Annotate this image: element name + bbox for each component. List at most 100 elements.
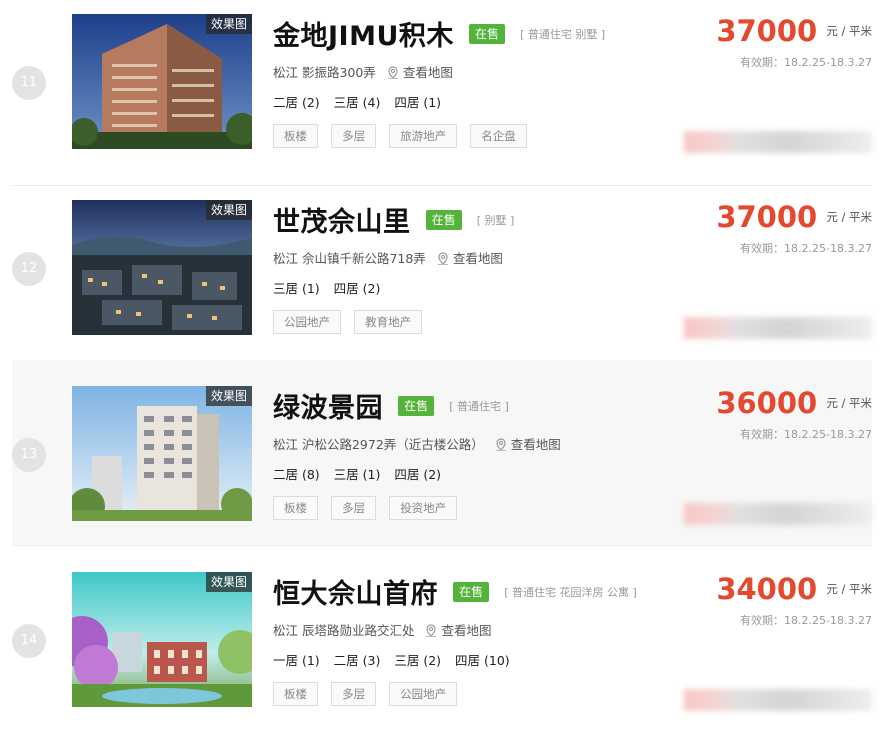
view-map-label: 查看地图 — [452, 251, 503, 266]
listing-item: 11 效果图 金地JIMU积木 在售 [普通住宅 别墅] 松江 影振路300… — [12, 14, 872, 186]
validity-period: 有效期：18.2.25-18.3.27 — [740, 428, 872, 441]
status-badge: 在售 — [468, 23, 505, 44]
property-title[interactable]: 恒大佘山首府 — [273, 579, 438, 610]
property-image[interactable]: 效果图 — [72, 200, 252, 335]
price-value: 36000 — [716, 386, 818, 420]
feature-tag: 公园地产 — [389, 682, 458, 706]
blurred-contact — [684, 131, 872, 153]
blurred-contact — [684, 503, 872, 525]
render-badge: 效果图 — [205, 200, 252, 220]
rank-badge: 13 — [12, 438, 46, 472]
room-types: 二居 (2) 三居 (4) 四居 (1) — [273, 92, 451, 111]
view-map-label: 查看地图 — [441, 623, 492, 638]
property-types: [ 普通住宅 花园洋房 公寓 ] — [504, 585, 637, 599]
feature-tag: 板楼 — [273, 682, 318, 706]
room-type-link[interactable]: 四居 (2) — [334, 281, 381, 296]
room-types: 三居 (1) 四居 (2) — [273, 278, 390, 297]
listing-item: 13 效果图 绿波景园 在售 [普通住宅] 松江 沪松公路2972弄（近古楼… — [12, 360, 872, 546]
address-text: 松江 佘山镇千新公路718弄 — [273, 251, 426, 266]
price-row: 34000 元 / 平米 — [716, 572, 872, 606]
rank-badge: 12 — [12, 252, 46, 286]
room-type-link[interactable]: 二居 (8) — [273, 467, 320, 482]
room-types: 一居 (1) 二居 (3) 三居 (2) 四居 (10) — [273, 650, 520, 669]
feature-tags: 板楼 多层 公园地产 — [273, 682, 465, 706]
view-map-link[interactable]: 查看地图 — [424, 623, 491, 638]
feature-tag: 板楼 — [273, 496, 318, 520]
property-types: [ 别墅 ] — [476, 213, 515, 227]
property-image[interactable]: 效果图 — [72, 572, 252, 707]
view-map-link[interactable]: 查看地图 — [494, 437, 561, 452]
price-value: 34000 — [716, 572, 818, 606]
property-types: [ 普通住宅 ] — [449, 399, 509, 413]
price-row: 37000 元 / 平米 — [716, 200, 872, 234]
feature-tag: 多层 — [331, 124, 377, 148]
map-pin-icon — [495, 438, 506, 451]
room-type-link[interactable]: 三居 (4) — [334, 95, 381, 110]
status-badge: 在售 — [398, 395, 435, 416]
address-row: 松江 沪松公路2972弄（近古楼公路） 查看地图 — [273, 434, 561, 453]
room-type-link[interactable]: 二居 (3) — [334, 653, 381, 668]
room-type-link[interactable]: 三居 (1) — [334, 467, 381, 482]
listing-list: 11 效果图 金地JIMU积木 在售 [普通住宅 别墅] 松江 影振路300… — [0, 0, 892, 717]
view-map-label: 查看地图 — [402, 65, 453, 80]
room-type-link[interactable]: 三居 (2) — [394, 653, 441, 668]
address-text: 松江 辰塔路勋业路交汇处 — [273, 623, 415, 638]
status-badge: 在售 — [453, 581, 490, 602]
room-type-link[interactable]: 四居 (1) — [394, 95, 441, 110]
feature-tag: 多层 — [331, 496, 377, 520]
title-row: 绿波景园 在售 [ 普通住宅 ] — [273, 386, 509, 424]
render-badge: 效果图 — [205, 386, 252, 406]
feature-tag: 投资地产 — [389, 496, 458, 520]
feature-tag: 板楼 — [273, 124, 318, 148]
property-image[interactable]: 效果图 — [72, 14, 252, 149]
price-row: 36000 元 / 平米 — [716, 386, 872, 420]
rank-badge: 11 — [12, 66, 46, 100]
map-pin-icon — [426, 624, 437, 637]
validity-period: 有效期：18.2.25-18.3.27 — [740, 614, 872, 627]
feature-tags: 公园地产 教育地产 — [273, 310, 430, 334]
property-types: [ 普通住宅 别墅 ] — [520, 27, 606, 41]
feature-tag: 教育地产 — [354, 310, 423, 334]
title-row: 世茂佘山里 在售 [ 别墅 ] — [273, 200, 515, 238]
feature-tag: 公园地产 — [273, 310, 341, 334]
room-type-link[interactable]: 四居 (2) — [394, 467, 441, 482]
address-text: 松江 影振路300弄 — [273, 65, 376, 80]
validity-period: 有效期：18.2.25-18.3.27 — [740, 56, 872, 69]
room-type-link[interactable]: 一居 (1) — [273, 653, 320, 668]
price-value: 37000 — [716, 200, 818, 234]
address-row: 松江 辰塔路勋业路交汇处 查看地图 — [273, 620, 491, 639]
property-image[interactable]: 效果图 — [72, 386, 252, 521]
feature-tags: 板楼 多层 投资地产 — [273, 496, 465, 520]
room-types: 二居 (8) 三居 (1) 四居 (2) — [273, 464, 451, 483]
feature-tag: 多层 — [331, 682, 377, 706]
title-row: 恒大佘山首府 在售 [ 普通住宅 花园洋房 公寓 ] — [273, 572, 637, 610]
property-title[interactable]: 绿波景园 — [273, 393, 383, 424]
feature-tag: 名企盘 — [470, 124, 527, 148]
price-value: 37000 — [716, 14, 818, 48]
render-badge: 效果图 — [205, 14, 252, 34]
address-row: 松江 佘山镇千新公路718弄 查看地图 — [273, 248, 503, 267]
listing-item: 14 效果图 恒大佘山首府 在售 [普通住宅 花园洋房 公寓] 松江 辰塔路… — [12, 572, 872, 744]
feature-tag: 旅游地产 — [389, 124, 458, 148]
property-title[interactable]: 世茂佘山里 — [273, 207, 411, 238]
price-unit: 元 / 平米 — [826, 24, 872, 38]
property-title[interactable]: 金地JIMU积木 — [273, 21, 454, 52]
price-unit: 元 / 平米 — [826, 210, 872, 224]
view-map-link[interactable]: 查看地图 — [386, 65, 453, 80]
address-text: 松江 沪松公路2972弄（近古楼公路） — [273, 437, 484, 452]
view-map-link[interactable]: 查看地图 — [436, 251, 503, 266]
room-type-link[interactable]: 四居 (10) — [455, 653, 510, 668]
feature-tags: 板楼 多层 旅游地产 名企盘 — [273, 124, 535, 148]
validity-period: 有效期：18.2.25-18.3.27 — [740, 242, 872, 255]
map-pin-icon — [387, 66, 398, 79]
price-unit: 元 / 平米 — [826, 582, 872, 596]
blurred-contact — [684, 317, 872, 339]
room-type-link[interactable]: 三居 (1) — [273, 281, 320, 296]
address-row: 松江 影振路300弄 查看地图 — [273, 62, 453, 81]
map-pin-icon — [437, 252, 448, 265]
blurred-contact — [684, 689, 872, 711]
listing-item: 12 效果图 世茂佘山里 在售 [别墅] 松江 佘山镇千新公路718弄 查看… — [12, 200, 872, 372]
render-badge: 效果图 — [205, 572, 252, 592]
room-type-link[interactable]: 二居 (2) — [273, 95, 320, 110]
title-row: 金地JIMU积木 在售 [ 普通住宅 别墅 ] — [273, 14, 606, 52]
